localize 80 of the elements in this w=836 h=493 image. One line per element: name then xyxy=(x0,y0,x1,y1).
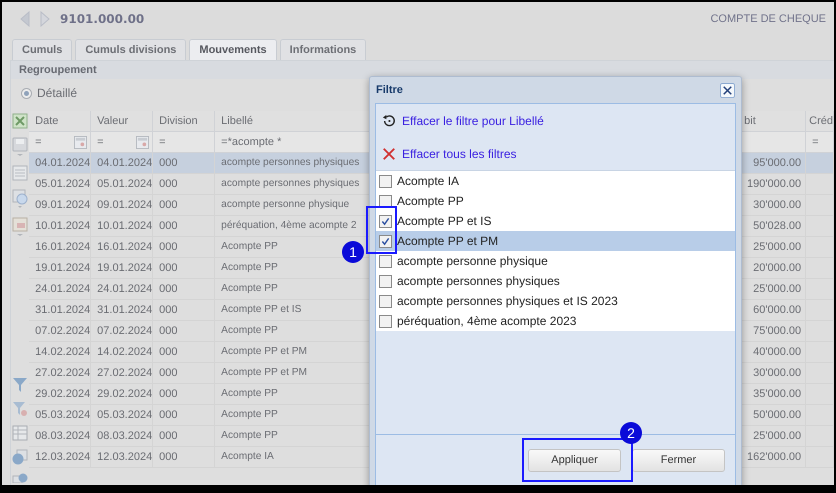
table-cell: péréquation, 4ème acompte 2 xyxy=(221,220,357,231)
table-cell: 000 xyxy=(159,241,178,253)
table-cell: 000 xyxy=(159,199,178,211)
table-cell: 27.02.2024 xyxy=(35,367,90,379)
dialog-title: Filtre xyxy=(376,84,403,96)
table-cell: 75'000.00 xyxy=(753,325,802,337)
table-cell: 000 xyxy=(159,262,178,274)
table-cell: 14.02.2024 xyxy=(97,346,152,358)
table-cell: 000 xyxy=(159,367,178,379)
table-cell: 60'000.00 xyxy=(753,304,802,316)
table-cell: 09.01.2024 xyxy=(97,199,152,211)
table-cell: 35'000.00 xyxy=(753,388,802,400)
table-cell: Acompte PP xyxy=(221,262,278,273)
table-cell: acompte personne physique xyxy=(221,199,350,210)
table-cell: 19.01.2024 xyxy=(35,262,90,274)
table-cell: Acompte PP xyxy=(221,241,278,252)
table-cell: 000 xyxy=(159,304,178,316)
table-cell: 30'000.00 xyxy=(753,199,802,211)
table-cell: 24.01.2024 xyxy=(35,283,90,295)
table-cell: 08.03.2024 xyxy=(35,430,90,442)
table-cell: 40'000.00 xyxy=(753,346,802,358)
table-cell: Acompte PP et PM xyxy=(221,367,308,378)
table-cell: 000 xyxy=(159,388,178,400)
table-cell: 24.01.2024 xyxy=(97,283,152,295)
table-cell: 25'000.00 xyxy=(753,241,802,253)
table-cell: 07.02.2024 xyxy=(97,325,152,337)
table-cell: Acompte IA xyxy=(221,451,274,462)
section-header: Regroupement xyxy=(11,61,834,79)
table-cell: 16.01.2024 xyxy=(97,241,152,253)
table-cell: Acompte PP xyxy=(221,388,278,399)
table-cell: 08.03.2024 xyxy=(97,430,152,442)
radio-label: Détaillé xyxy=(37,86,78,100)
table-cell: 16.01.2024 xyxy=(35,241,90,253)
table-cell: 162'000.00 xyxy=(747,451,802,463)
table-cell: 04.01.2024 xyxy=(97,157,152,169)
table-cell: 29.02.2024 xyxy=(35,388,90,400)
table-cell: 05.03.2024 xyxy=(97,409,152,421)
table-cell: 000 xyxy=(159,283,178,295)
table-cell: 31.01.2024 xyxy=(97,304,152,316)
table-cell: 12.03.2024 xyxy=(97,451,152,463)
table-cell: Acompte PP xyxy=(221,430,278,441)
table-cell: 05.01.2024 xyxy=(97,178,152,190)
table-cell: 25'000.00 xyxy=(753,430,802,442)
account-type: COMPTE DE CHEQUE xyxy=(710,13,826,25)
table-cell: 000 xyxy=(159,409,178,421)
table-cell: 000 xyxy=(159,157,178,169)
table-cell: 27.02.2024 xyxy=(97,367,152,379)
table-cell: 30'000.00 xyxy=(753,367,802,379)
table-cell: 50'000.00 xyxy=(753,409,802,421)
table-cell: 000 xyxy=(159,178,178,190)
account-number: 9101.000.00 xyxy=(60,12,144,26)
table-cell: 10.01.2024 xyxy=(35,220,90,232)
table-cell: 04.01.2024 xyxy=(35,157,90,169)
table-cell: 000 xyxy=(159,451,178,463)
table-cell: 000 xyxy=(159,346,178,358)
table-cell: 09.01.2024 xyxy=(35,199,90,211)
table-cell: acompte personnes physiques xyxy=(221,157,360,168)
table-cell: Acompte PP xyxy=(221,325,278,336)
table-cell: 10.01.2024 xyxy=(97,220,152,232)
table-cell: 190'000.00 xyxy=(747,178,802,190)
table-cell: 50'028.00 xyxy=(753,220,802,232)
table-cell: acompte personnes physiques xyxy=(221,178,360,189)
table-cell: 05.03.2024 xyxy=(35,409,90,421)
table-cell: 000 xyxy=(159,220,178,232)
table-cell: 20'000.00 xyxy=(753,262,802,274)
table-cell: 000 xyxy=(159,430,178,442)
table-cell: 95'000.00 xyxy=(753,157,802,169)
table-cell: 25'000.00 xyxy=(753,283,802,295)
table-cell: Acompte PP xyxy=(221,283,278,294)
table-cell: 19.01.2024 xyxy=(97,262,152,274)
table-cell: Acompte PP et PM xyxy=(221,346,308,357)
table-cell: 14.02.2024 xyxy=(35,346,90,358)
table-cell: 12.03.2024 xyxy=(35,451,90,463)
table-cell: 05.01.2024 xyxy=(35,178,90,190)
table-cell: Acompte PP xyxy=(221,409,278,420)
table-cell: 29.02.2024 xyxy=(97,388,152,400)
table-cell: 07.02.2024 xyxy=(35,325,90,337)
table-cell: Acompte PP et IS xyxy=(221,304,302,315)
table-cell: 000 xyxy=(159,325,178,337)
table-cell: 31.01.2024 xyxy=(35,304,90,316)
